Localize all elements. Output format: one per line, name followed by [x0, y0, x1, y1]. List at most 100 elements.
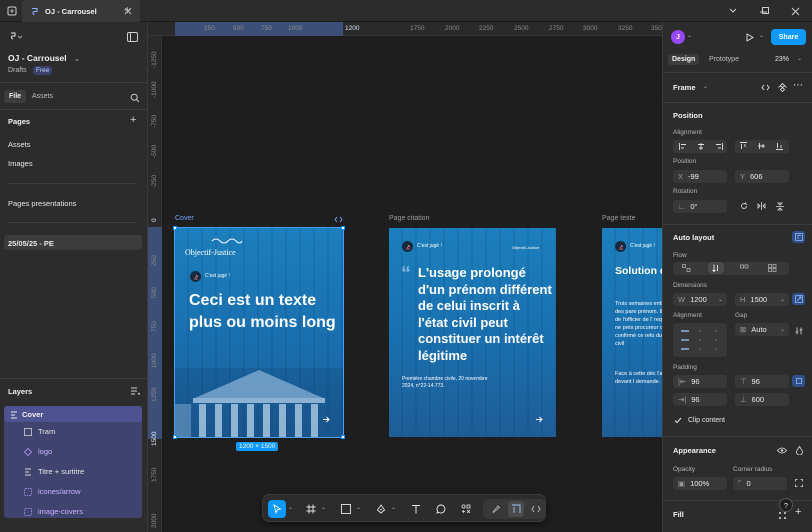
eye-icon[interactable] — [777, 446, 787, 454]
frame-texte[interactable]: C'est jugé ! Solution de cassation Trois… — [602, 228, 662, 437]
frame-citation[interactable]: C'est jugé ! Objectif-Justice “ L'usage … — [389, 228, 556, 437]
flow-vertical-icon[interactable] — [708, 262, 724, 274]
alignment-grid[interactable] — [673, 323, 727, 357]
flip-horizontal-icon[interactable] — [755, 200, 768, 212]
design-mode-icon[interactable] — [508, 501, 524, 517]
page-item[interactable]: Images — [8, 159, 33, 168]
align-bottom-icon[interactable] — [773, 140, 786, 152]
tab-file[interactable]: File — [4, 90, 27, 103]
corner-radius-input[interactable]: ⌜ 0 — [733, 477, 787, 490]
play-icon[interactable] — [745, 32, 755, 42]
share-button[interactable]: Share — [771, 29, 806, 45]
more-options-icon[interactable]: ⋯ — [793, 80, 803, 91]
selection-handle[interactable] — [173, 435, 177, 439]
padding-left-input[interactable]: |⇤ 96 — [673, 375, 727, 388]
frame-tool[interactable] — [303, 501, 319, 517]
maximize-icon[interactable] — [760, 5, 770, 15]
align-left-icon[interactable] — [676, 140, 689, 152]
constrain-proportions-icon[interactable] — [792, 293, 805, 305]
chevron-down-icon[interactable]: ⌄ — [687, 32, 692, 39]
add-page-button[interactable]: + — [130, 114, 136, 126]
x-input[interactable]: X -99 — [673, 170, 727, 183]
chevron-down-icon[interactable]: ⌄ — [797, 55, 802, 62]
zoom-level[interactable]: 23% — [775, 56, 789, 63]
align-top-icon[interactable] — [737, 140, 750, 152]
chevron-down-icon[interactable] — [728, 6, 738, 16]
flow-wrap-icon[interactable] — [766, 262, 779, 274]
chevron-down-icon[interactable]: ⌄ — [356, 504, 361, 511]
autolayout-settings-icon[interactable] — [792, 325, 805, 337]
y-input[interactable]: Y 606 — [735, 170, 789, 183]
draw-mode-icon[interactable] — [488, 501, 504, 517]
opacity-input[interactable]: ▣ 100% — [673, 477, 727, 490]
chevron-down-icon[interactable]: ⌄ — [288, 504, 293, 511]
flow-freeform-icon[interactable] — [680, 262, 693, 274]
frame-label-citation[interactable]: Page citation — [389, 215, 429, 222]
layer-label-title[interactable]: Titre + surtitre — [38, 467, 84, 476]
blend-mode-icon[interactable] — [795, 445, 804, 455]
frame-label-cover[interactable]: Cover — [175, 215, 194, 222]
drafts-label[interactable]: Drafts — [8, 67, 27, 74]
file-tab[interactable]: OJ - Carrousel — [22, 0, 140, 22]
chevron-down-icon[interactable]: ⌄ — [391, 504, 396, 511]
padding-bottom-input[interactable]: ⊥ 600 — [735, 393, 789, 406]
clip-content-checkbox[interactable] — [673, 415, 683, 425]
tab-assets[interactable]: Assets — [32, 93, 53, 100]
selection-handle[interactable] — [173, 226, 177, 230]
selection-handle[interactable] — [341, 226, 345, 230]
rotate-icon[interactable] — [737, 200, 750, 212]
actions-tool[interactable] — [458, 501, 474, 517]
height-input[interactable]: H 1500 ⌄ — [735, 293, 789, 306]
layer-label-images[interactable]: image-covers — [38, 507, 83, 516]
padding-right-input[interactable]: ⇥| 96 — [673, 393, 727, 406]
chevron-down-icon[interactable]: ⌄ — [759, 32, 764, 39]
layer-label-logo[interactable]: logo — [38, 447, 52, 456]
pen-tool[interactable] — [373, 501, 389, 517]
align-center-h-icon[interactable] — [694, 140, 707, 152]
individual-padding-icon[interactable] — [792, 375, 805, 387]
selection-handle[interactable] — [341, 435, 345, 439]
independent-corners-icon[interactable] — [792, 477, 805, 489]
move-tool[interactable] — [268, 500, 286, 518]
frame-type-label[interactable]: Frame — [673, 83, 696, 92]
ruler-tick: -1000 — [151, 81, 158, 98]
rectangle-tool[interactable] — [338, 501, 354, 517]
dev-mode-icon[interactable] — [528, 501, 544, 517]
code-icon[interactable] — [760, 83, 770, 92]
layer-label-tram[interactable]: Tram — [38, 427, 55, 436]
tab-design[interactable]: Design — [668, 54, 700, 65]
component-icon[interactable] — [777, 83, 787, 92]
align-right-icon[interactable] — [712, 140, 725, 152]
search-icon[interactable] — [129, 92, 140, 103]
layer-label-icones[interactable]: icones/arrow — [38, 487, 81, 496]
layer-options-icon[interactable] — [129, 386, 140, 397]
code-icon[interactable] — [333, 215, 343, 223]
comment-tool[interactable] — [433, 501, 449, 517]
avatar[interactable]: J — [671, 30, 685, 44]
toggle-sidebar-icon[interactable] — [126, 31, 138, 43]
text-tool[interactable] — [408, 501, 424, 517]
rotation-input[interactable]: ∟ 0° — [673, 200, 727, 213]
chevron-down-icon[interactable]: ⌄ — [703, 83, 708, 90]
page-item[interactable]: Assets — [8, 140, 31, 149]
frame-cover[interactable]: Objectif-Justice C'est jugé ! Ceci est u… — [174, 227, 344, 438]
help-button[interactable]: ? — [779, 498, 793, 512]
align-center-v-icon[interactable] — [755, 140, 768, 152]
width-input[interactable]: W 1200 ⌄ — [673, 293, 727, 306]
flip-vertical-icon[interactable] — [773, 200, 786, 212]
flow-horizontal-icon[interactable] — [738, 262, 751, 274]
new-tab-button[interactable]: + — [124, 3, 131, 17]
tab-prototype[interactable]: Prototype — [709, 56, 739, 63]
canvas[interactable]: 250 500 750 1000 1200 1750 2000 2250 250… — [148, 22, 662, 532]
close-window-icon[interactable] — [790, 6, 800, 16]
gap-input[interactable]: ⊠ Auto ⌄ — [735, 323, 789, 336]
frame-label-texte[interactable]: Page texte — [602, 215, 635, 222]
main-menu-icon[interactable] — [8, 31, 24, 43]
padding-top-input[interactable]: ⊤ 96 — [735, 375, 789, 388]
autolayout-toggle-icon[interactable] — [792, 231, 805, 243]
home-icon[interactable] — [6, 5, 18, 17]
add-fill-button[interactable]: + — [795, 506, 801, 518]
chevron-down-icon[interactable]: ⌄ — [321, 504, 326, 511]
file-name[interactable]: OJ - Carrousel ⌄ — [8, 53, 80, 63]
page-item[interactable]: Pages presentations — [8, 199, 76, 208]
